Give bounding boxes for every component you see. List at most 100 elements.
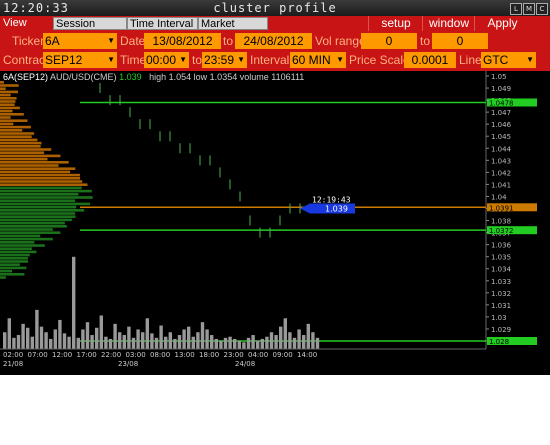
chart-high: high 1.054	[149, 72, 192, 82]
profile-bar	[0, 212, 76, 215]
profile-bar	[0, 202, 91, 206]
empty-page-area	[0, 375, 550, 445]
tab-time-interval[interactable]: Time Interval	[127, 17, 198, 30]
tab-view-dom[interactable]: View DOM	[1, 17, 53, 42]
profile-bar	[0, 269, 13, 273]
chevron-down-icon: ▼	[526, 55, 534, 64]
vol-from-field[interactable]: 0	[361, 33, 417, 49]
interval-select[interactable]: 60 MIN ▼	[290, 52, 346, 68]
profile-bar	[0, 141, 42, 145]
profile-bar	[0, 132, 35, 135]
volume-bar	[173, 338, 177, 349]
price-tick-label: 1.044	[491, 145, 512, 153]
date-to-field[interactable]: 24/08/2012	[235, 33, 312, 49]
volume-bar	[228, 336, 232, 349]
profile-bar	[0, 103, 15, 106]
minimize-button[interactable]: M	[523, 3, 535, 15]
chevron-down-icon: ▼	[336, 55, 344, 64]
volume-bar	[200, 322, 205, 349]
line-select[interactable]: GTC ▼	[481, 52, 536, 68]
title-bar[interactable]: 12:20:33 cluster profile L M C	[0, 0, 550, 17]
chart-last-price: 1.039	[119, 72, 142, 82]
price-tick-label: 1.035	[491, 254, 511, 262]
volume-bar	[127, 326, 131, 349]
setup-button[interactable]: setup	[368, 16, 423, 31]
ticker-value: 6A	[45, 34, 60, 48]
profile-bar	[0, 189, 92, 193]
volume-bar	[16, 335, 21, 349]
orange-level-line-label: 1.0391	[489, 204, 514, 212]
time-tick-label: 08:00	[150, 351, 170, 359]
profile-bar	[0, 225, 67, 228]
date-to-label: to	[223, 34, 234, 48]
price-tick-label: 1.032	[491, 290, 511, 298]
profile-bar	[0, 154, 61, 158]
profile-bar	[0, 177, 81, 180]
time-tick-label: 09:00	[273, 351, 293, 359]
date-from-field[interactable]: 13/08/2012	[144, 33, 221, 49]
lock-button[interactable]: L	[510, 3, 522, 15]
volume-bar	[265, 336, 269, 349]
green-level-mid-label: 1.0372	[489, 227, 514, 235]
volume-bar	[90, 335, 94, 349]
time-to-field[interactable]: 23:59 ▼	[202, 52, 247, 68]
profile-bar	[0, 263, 20, 266]
contract-select[interactable]: SEP12 ▼	[43, 52, 117, 68]
volume-bar	[104, 336, 108, 349]
volume-bar	[315, 337, 320, 349]
tab-market-watch[interactable]: Market Watch	[198, 17, 268, 43]
volume-bar	[164, 336, 168, 349]
volume-bar	[288, 332, 292, 349]
price-tick-label: 1.031	[491, 302, 511, 310]
date-tick-label: 23/08	[118, 360, 138, 368]
volume-bar	[279, 326, 283, 349]
chevron-down-icon: ▼	[179, 55, 187, 64]
vol-to-label: to	[420, 34, 431, 48]
chevron-down-icon: ▼	[107, 55, 115, 64]
price-tick-label: 1.042	[491, 169, 511, 177]
chart-area[interactable]: 6A(SEP12) AUD/USD(CME) 1.039 high 1.054 …	[0, 71, 550, 375]
volume-bar	[53, 329, 57, 349]
volume-bar	[131, 337, 136, 349]
volume-bar	[44, 332, 48, 349]
volume-bar	[306, 323, 310, 349]
time-tick-label: 02:00	[3, 351, 23, 359]
price-scale-field[interactable]: 0.0001	[404, 52, 456, 68]
time-from-field[interactable]: 00:00 ▼	[144, 52, 189, 68]
volume-bar	[223, 337, 228, 349]
vol-to-field[interactable]: 0	[432, 33, 488, 49]
date-label: Date	[120, 34, 146, 48]
volume-bar	[159, 325, 163, 349]
profile-bar	[0, 257, 28, 260]
volume-bar	[196, 332, 200, 349]
volume-bar	[39, 326, 44, 349]
window-button[interactable]: window	[422, 16, 475, 31]
green-level-top-label: 1.0478	[489, 100, 514, 108]
profile-bar	[0, 237, 53, 241]
vol-range-label: Vol range	[315, 34, 366, 48]
profile-bar	[0, 125, 31, 129]
close-button[interactable]: C	[536, 3, 548, 15]
ticker-select[interactable]: 6A ▼	[43, 33, 117, 49]
volume-bar	[182, 329, 186, 349]
volume-bar	[7, 318, 11, 349]
tab-session-hours[interactable]: Session Hours	[53, 17, 127, 43]
profile-bar	[0, 241, 35, 244]
volume-bar	[30, 336, 34, 349]
volume-bar	[246, 337, 251, 349]
profile-bar	[0, 109, 13, 113]
profile-bar	[0, 122, 14, 126]
cluster-profile-chart[interactable]: 1.051.0491.0481.0471.0461.0451.0441.0431…	[0, 71, 550, 375]
profile-bar	[0, 250, 37, 254]
apply-button[interactable]: Apply	[474, 16, 530, 31]
price-tick-label: 1.038	[491, 218, 511, 226]
interval-label: Interval	[250, 53, 290, 67]
line-label: Line	[459, 53, 482, 67]
volume-bar	[85, 322, 90, 349]
price-tick-label: 1.034	[491, 266, 512, 274]
profile-bar	[0, 205, 77, 209]
volume-bar	[168, 332, 172, 349]
contract-value: SEP12	[45, 53, 83, 67]
profile-bar	[0, 228, 53, 231]
chart-low: low 1.0354	[193, 72, 238, 82]
